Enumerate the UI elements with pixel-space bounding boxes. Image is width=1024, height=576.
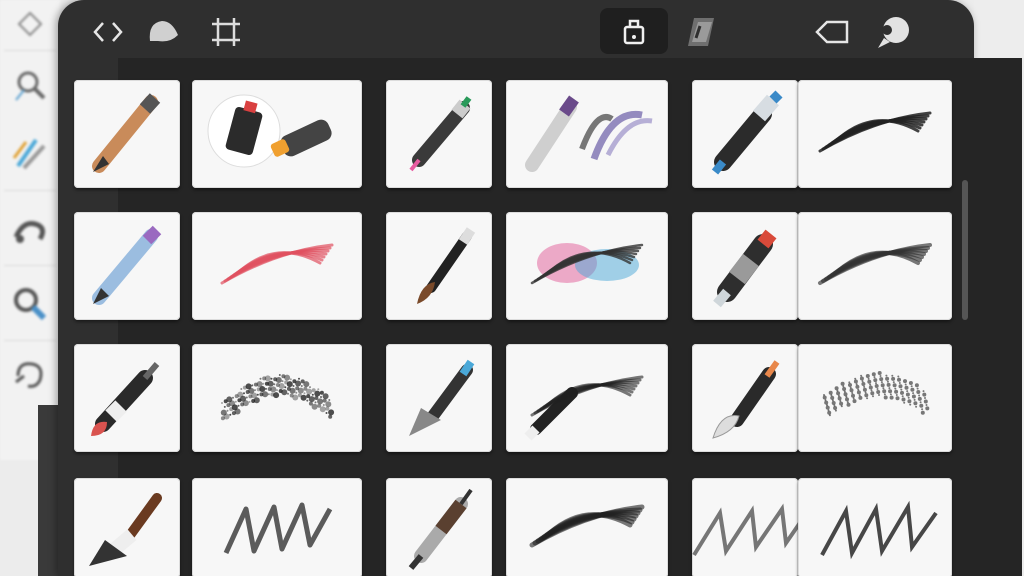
brush-card[interactable] xyxy=(798,212,952,320)
brush-card[interactable] xyxy=(192,478,362,576)
fan-brush-icon xyxy=(391,350,487,446)
brush-card[interactable] xyxy=(692,344,798,452)
brushes-icon[interactable] xyxy=(6,128,54,176)
brush-card[interactable] xyxy=(74,344,180,452)
rail-divider xyxy=(4,265,56,266)
charcoal-stroke-icon xyxy=(800,89,950,179)
round-brush-stroke-icon xyxy=(512,353,662,443)
layers-icon[interactable] xyxy=(680,10,724,54)
magnifier-icon[interactable] xyxy=(6,62,54,110)
brush-library-panel xyxy=(58,0,1022,576)
drawing-app xyxy=(0,0,1024,576)
blue-pencil-icon xyxy=(79,218,175,314)
spray-stroke-icon xyxy=(202,353,352,443)
rail-divider xyxy=(4,190,56,191)
brush-card[interactable] xyxy=(386,478,492,576)
grass-stroke-icon xyxy=(800,483,950,573)
brush-card[interactable] xyxy=(798,344,952,452)
left-tool-rail xyxy=(0,0,60,460)
lasso-icon[interactable] xyxy=(6,352,54,400)
rail-divider xyxy=(4,50,56,51)
brush-card[interactable] xyxy=(692,478,798,576)
brush-card[interactable] xyxy=(506,478,668,576)
brush-card[interactable] xyxy=(506,344,668,452)
detail-brush-icon xyxy=(391,480,487,576)
scribble-stroke-icon xyxy=(202,483,352,573)
leaf-icon[interactable] xyxy=(142,10,186,54)
pen-stroke-icon xyxy=(512,89,662,179)
brush-card[interactable] xyxy=(192,344,362,452)
brush-card[interactable] xyxy=(192,212,362,320)
paint-tube-icon xyxy=(697,218,793,314)
brush-card[interactable] xyxy=(386,344,492,452)
rail-edge xyxy=(38,405,60,576)
tag-icon[interactable] xyxy=(810,10,854,54)
fineliner-icon xyxy=(391,86,487,182)
pencil-icon xyxy=(79,86,175,182)
brush-card[interactable] xyxy=(386,80,492,188)
texture-stroke-icon xyxy=(800,353,950,443)
brush-card[interactable] xyxy=(506,80,668,188)
marker-pair-icon xyxy=(202,89,352,179)
brush-card[interactable] xyxy=(74,478,180,576)
rail-divider xyxy=(4,340,56,341)
dry-brush-stroke-icon xyxy=(800,221,950,311)
ink-brush-icon xyxy=(391,218,487,314)
red-chalk-stroke-icon xyxy=(202,221,352,311)
smear-stroke-icon xyxy=(512,483,662,573)
swap-icon[interactable] xyxy=(204,10,248,54)
brush-card[interactable] xyxy=(386,212,492,320)
brush-card[interactable] xyxy=(74,80,180,188)
highlighter-icon xyxy=(697,86,793,182)
panel-toolbar xyxy=(58,0,974,62)
smudge-icon[interactable] xyxy=(6,205,54,253)
code-icon[interactable] xyxy=(86,10,130,54)
chat-icon[interactable] xyxy=(872,10,916,54)
wide-brush-icon xyxy=(79,480,175,576)
brush-card[interactable] xyxy=(692,212,798,320)
flat-brush-icon xyxy=(697,350,793,446)
panel-scrollbar[interactable] xyxy=(962,180,968,320)
crayon-icon xyxy=(79,350,175,446)
watercolor-stroke-icon xyxy=(512,221,662,311)
brush-card[interactable] xyxy=(798,478,952,576)
hatch-stroke-icon xyxy=(692,483,798,573)
brush-card[interactable] xyxy=(506,212,668,320)
brush-card[interactable] xyxy=(192,80,362,188)
zoom-icon[interactable] xyxy=(6,280,54,328)
brush-card[interactable] xyxy=(74,212,180,320)
transform-icon[interactable] xyxy=(6,0,54,48)
brush-card[interactable] xyxy=(798,80,952,188)
brush-library-icon[interactable] xyxy=(600,8,668,54)
brush-card[interactable] xyxy=(692,80,798,188)
